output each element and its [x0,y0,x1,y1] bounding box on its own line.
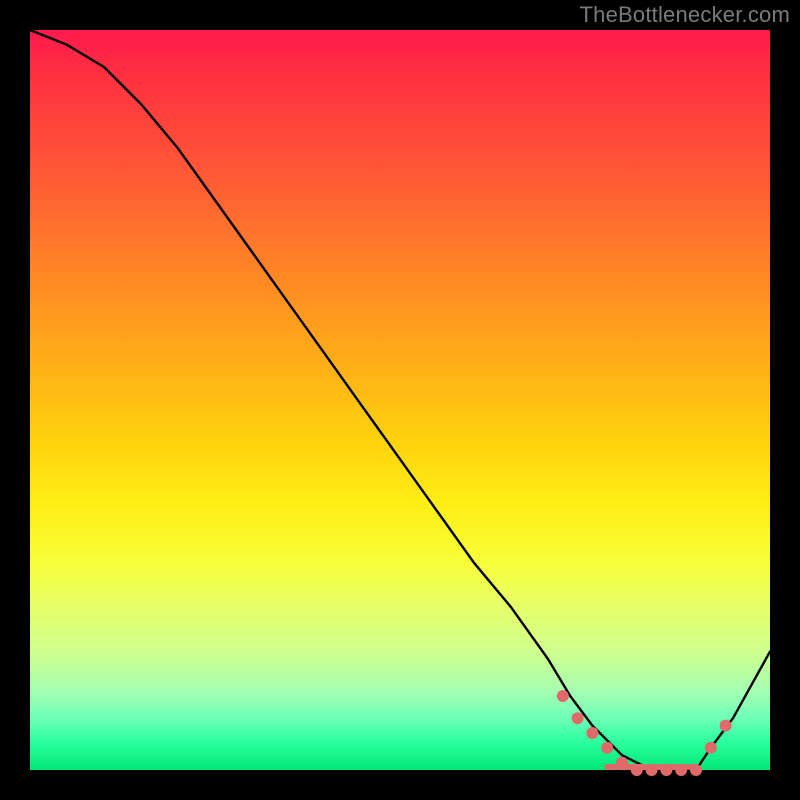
attribution-text: TheBottlenecker.com [580,2,790,28]
highlight-dot [661,765,672,776]
highlight-dot [587,728,598,739]
chart-frame: TheBottlenecker.com [0,0,800,800]
highlight-dot [557,691,568,702]
highlight-dot [705,742,716,753]
highlight-dot [572,713,583,724]
highlight-dot [631,765,642,776]
highlight-dot [720,720,731,731]
highlight-cluster [557,691,731,776]
plot-area [30,30,770,770]
curve-layer [30,30,770,770]
highlight-dot [691,765,702,776]
highlight-dot [617,757,628,768]
highlight-dot [646,765,657,776]
highlight-dot [676,765,687,776]
highlight-dot [602,742,613,753]
bottleneck-curve [30,30,770,770]
